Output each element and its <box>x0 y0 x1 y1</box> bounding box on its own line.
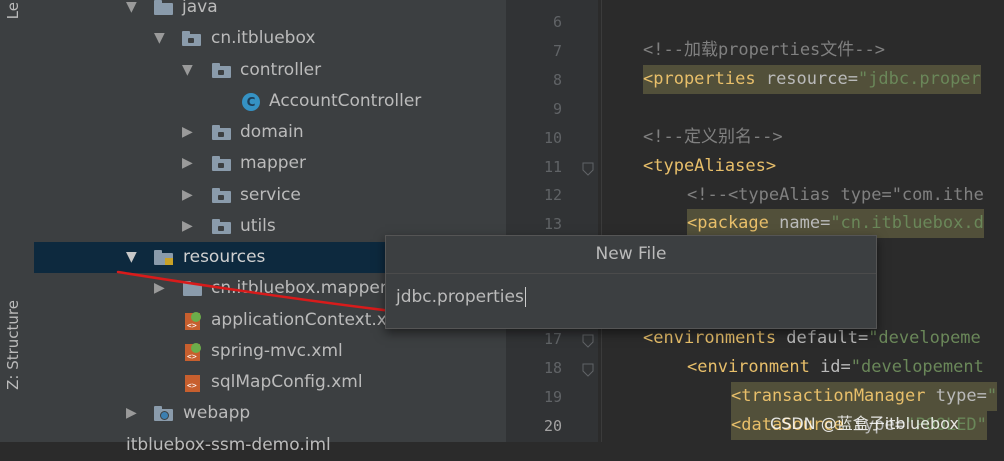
code-line-19: <transactionManager type=" <box>731 382 998 411</box>
tree-item-label: webapp <box>183 403 251 423</box>
package-icon <box>212 188 231 203</box>
package-icon <box>212 156 231 171</box>
code-line-7: <!--加载properties文件--> <box>643 40 885 60</box>
code-line-18: <environment id="developement <box>687 357 984 377</box>
source-folder-icon <box>154 0 173 15</box>
folder-icon <box>183 281 202 296</box>
spring-xml-icon: <> <box>184 311 202 331</box>
tree-item-label: cn.itbluebox.mapper <box>211 278 387 298</box>
line-number: 7 <box>552 42 562 60</box>
line-number: 11 <box>543 158 562 176</box>
fold-marker-icon[interactable] <box>582 363 594 377</box>
tool-tab-structure[interactable]: Z: Structure <box>4 300 22 390</box>
collapse-arrow-icon[interactable]: ▶ <box>126 398 137 429</box>
line-number: 6 <box>552 13 562 31</box>
code-line-13: <package name="cn.itbluebox.d <box>687 209 984 238</box>
tool-window-strip: Le Z: Structure <box>0 0 35 442</box>
package-icon <box>212 125 231 140</box>
tool-tab-top[interactable]: Le <box>4 2 22 19</box>
code-editor[interactable]: <!--加载properties文件--> <properties resour… <box>598 0 1004 442</box>
fold-marker-icon[interactable] <box>582 162 594 176</box>
fold-marker-icon[interactable] <box>582 334 594 348</box>
resources-folder-icon <box>154 250 173 265</box>
line-number: 13 <box>543 215 562 233</box>
package-icon <box>212 63 231 78</box>
code-line-8: <properties resource="jdbc.proper <box>643 65 981 94</box>
code-line-10: <!--定义别名--> <box>643 127 783 147</box>
tree-item-label: utils <box>240 216 276 236</box>
line-number: 9 <box>552 100 562 118</box>
tree-item-label: controller <box>240 60 322 80</box>
line-number: 10 <box>543 129 562 147</box>
tree-item-label: domain <box>240 122 304 142</box>
tree-item-xml-file[interactable]: <> sqlMapConfig.xml <box>34 367 506 398</box>
expand-arrow-icon[interactable]: ▼ <box>154 23 165 54</box>
spring-xml-icon: <> <box>184 342 202 362</box>
editor-gutter: 6 7 8 9 10 11 12 13 17 18 19 20 <box>506 0 598 442</box>
line-number: 17 <box>543 330 562 348</box>
tree-item-class[interactable]: C AccountController <box>34 86 506 117</box>
tree-item-java[interactable]: ▼ java <box>34 0 506 23</box>
tree-item-controller[interactable]: ▼ controller <box>34 55 506 86</box>
line-number: 8 <box>552 71 562 89</box>
tree-item-domain[interactable]: ▶ domain <box>34 117 506 148</box>
svg-text:<>: <> <box>187 321 197 330</box>
watermark: CSDN @蓝盒子itbluebox <box>770 414 959 433</box>
tree-item-label: AccountController <box>269 91 422 111</box>
line-number: 20 <box>543 417 562 435</box>
line-number: 18 <box>543 359 562 377</box>
new-file-dialog: New File jdbc.properties <box>385 235 877 329</box>
web-folder-icon <box>154 406 173 421</box>
tree-item-label: java <box>182 0 218 17</box>
xml-file-icon: <> <box>184 373 202 393</box>
text-caret <box>524 287 526 307</box>
class-icon: C <box>242 93 260 111</box>
tree-item-label: service <box>240 185 301 205</box>
dialog-title: New File <box>386 236 876 274</box>
tree-item-webapp[interactable]: ▶ webapp <box>34 398 506 429</box>
collapse-arrow-icon[interactable]: ▶ <box>182 148 193 179</box>
tree-item-service[interactable]: ▶ service <box>34 180 506 211</box>
collapse-arrow-icon[interactable]: ▶ <box>182 211 193 242</box>
tree-item-label: itbluebox-ssm-demo.iml <box>126 435 331 455</box>
tree-item-label: applicationContext.xml <box>211 310 409 330</box>
package-icon <box>212 219 231 234</box>
tree-item-label: spring-mvc.xml <box>211 341 343 361</box>
filename-input[interactable]: jdbc.properties <box>386 276 876 318</box>
tree-item-mapper[interactable]: ▶ mapper <box>34 148 506 179</box>
tree-item-label: resources <box>183 247 266 267</box>
expand-arrow-icon[interactable]: ▼ <box>126 242 137 273</box>
svg-text:<>: <> <box>187 352 197 361</box>
line-number: 12 <box>543 186 562 204</box>
expand-arrow-icon[interactable]: ▼ <box>126 0 137 23</box>
collapse-arrow-icon[interactable]: ▶ <box>182 117 193 148</box>
expand-arrow-icon[interactable]: ▼ <box>182 55 193 86</box>
tree-item-label: cn.itbluebox <box>211 28 316 48</box>
filename-value: jdbc.properties <box>396 287 524 307</box>
line-number: 19 <box>543 388 562 406</box>
tree-item-package[interactable]: ▼ cn.itbluebox <box>34 23 506 54</box>
code-line-12: <!--<typeAlias type="com.ithe <box>687 185 984 205</box>
code-line-11: <typeAliases> <box>643 156 777 176</box>
svg-text:<>: <> <box>187 381 197 390</box>
tree-item-label: sqlMapConfig.xml <box>211 372 363 392</box>
collapse-arrow-icon[interactable]: ▶ <box>182 180 193 211</box>
tree-item-label: mapper <box>240 153 307 173</box>
project-tree: ▼ java ▼ cn.itbluebox ▼ controller C Acc… <box>34 0 506 455</box>
tree-item-xml-file[interactable]: <> spring-mvc.xml <box>34 336 506 367</box>
package-icon <box>182 31 201 46</box>
collapse-arrow-icon[interactable]: ▶ <box>154 273 165 304</box>
tree-item-partial[interactable]: itbluebox-ssm-demo.iml <box>34 430 506 461</box>
